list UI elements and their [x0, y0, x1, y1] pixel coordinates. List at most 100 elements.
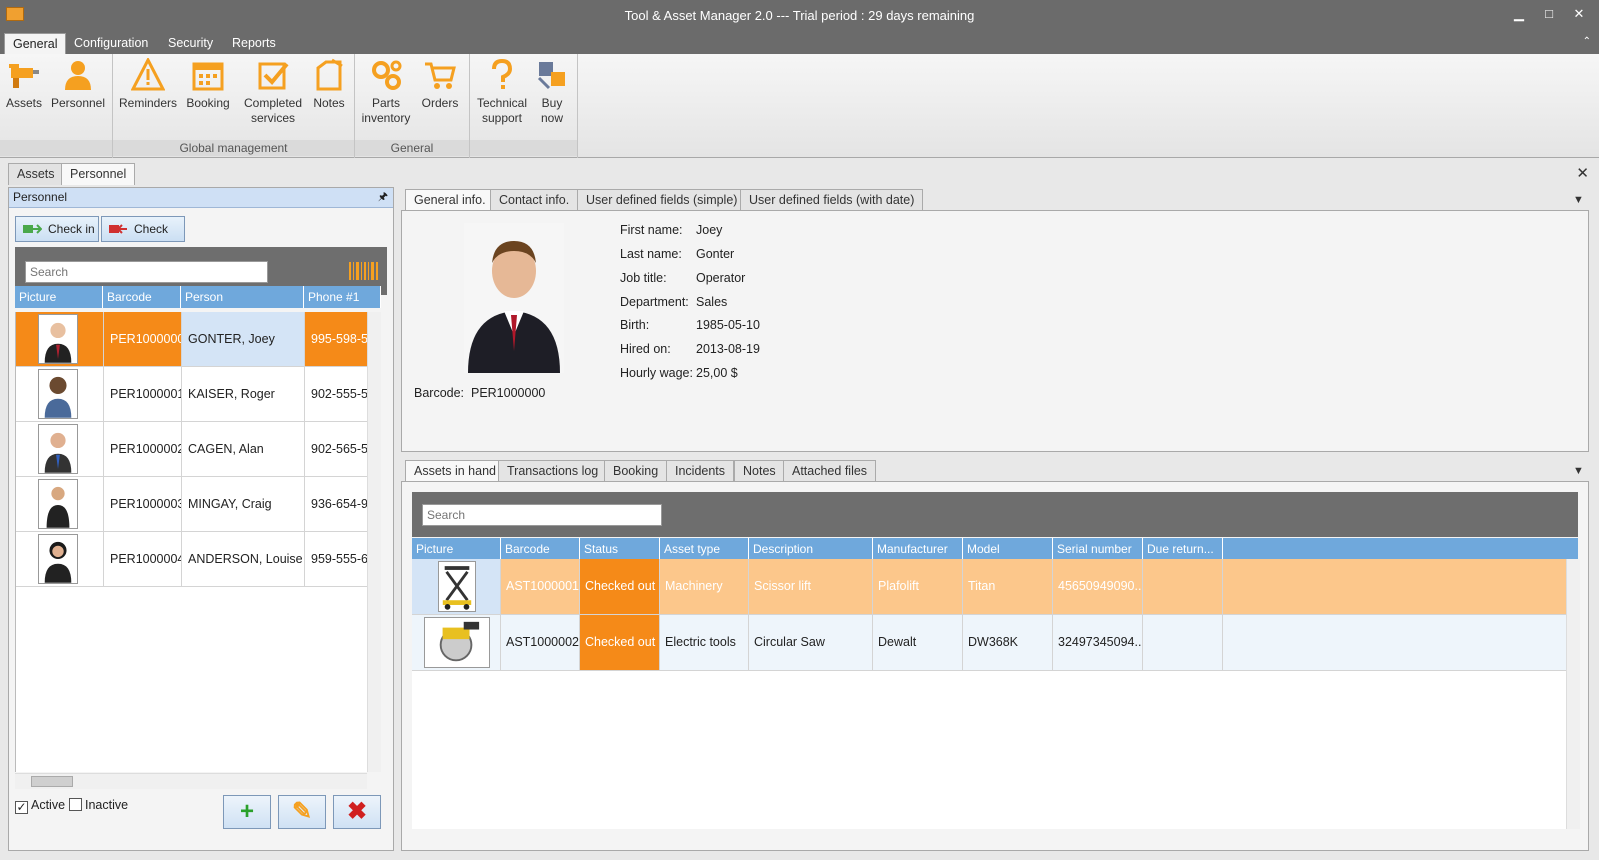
col-manufacturer[interactable]: Manufacturer — [873, 538, 963, 560]
table-row[interactable]: PER1000004 ANDERSON, Louise 959-555-65 — [16, 532, 381, 587]
table-row[interactable]: AST1000002 Checked out Electric tools Ci… — [412, 615, 1566, 671]
col-picture[interactable]: Picture — [15, 286, 103, 308]
delete-icon: ✖ — [346, 798, 368, 825]
minimize-button[interactable]: ▁ — [1508, 5, 1530, 23]
assets-ribbon-button[interactable]: Assets — [4, 58, 44, 111]
vertical-scrollbar[interactable] — [367, 312, 381, 772]
asset-photo — [438, 561, 476, 612]
personnel-grid-header: Picture Barcode Person Phone #1 — [15, 286, 381, 308]
close-window-button[interactable]: ✕ — [1568, 5, 1590, 23]
field-hired-on: Hired on: 2013-08-19 — [620, 342, 760, 356]
field-job-title: Job title: Operator — [620, 271, 746, 285]
doc-tab-personnel[interactable]: Personnel — [61, 163, 136, 185]
personnel-grid: PER1000000 GONTER, Joey 995-598-52 PER10… — [15, 312, 381, 772]
tab-booking[interactable]: Booking — [604, 460, 668, 482]
col-phone[interactable]: Phone #1 — [304, 286, 381, 308]
person-photo — [38, 424, 78, 474]
horizontal-scrollbar[interactable] — [15, 773, 367, 789]
asset-vertical-scrollbar[interactable] — [1566, 559, 1580, 829]
doc-tab-assets[interactable]: Assets — [8, 163, 64, 185]
parts-inventory-ribbon-button[interactable]: Parts inventory — [358, 58, 414, 126]
menu-tab-security[interactable]: Security — [160, 33, 221, 54]
tab-user-fields-simple[interactable]: User defined fields (simple) — [577, 189, 747, 211]
buy-now-ribbon-button[interactable]: Buy now — [532, 58, 572, 126]
col-barcode[interactable]: Barcode — [501, 538, 580, 560]
menu-tab-reports[interactable]: Reports — [224, 33, 284, 54]
booking-ribbon-button[interactable]: Booking — [184, 58, 232, 111]
table-row[interactable]: AST1000001 Checked out Machinery Scissor… — [412, 559, 1566, 615]
field-hourly-wage: Hourly wage: 25,00 $ — [620, 366, 738, 380]
scroll-thumb[interactable] — [31, 776, 73, 787]
person-photo — [38, 534, 78, 584]
maximize-button[interactable]: □ — [1538, 5, 1560, 23]
group-label-global-management: Global management — [113, 140, 354, 156]
col-due-return[interactable]: Due return... — [1143, 538, 1223, 560]
asset-search-input[interactable] — [422, 504, 662, 526]
tab-transactions-log[interactable]: Transactions log — [498, 460, 608, 482]
table-row[interactable]: PER1000002 CAGEN, Alan 902-565-55 — [16, 422, 381, 477]
tab-general-info[interactable]: General info. — [405, 189, 495, 211]
col-asset-type[interactable]: Asset type — [660, 538, 749, 560]
personnel-icon — [65, 61, 91, 90]
chevron-down-icon[interactable]: ▼ — [1573, 194, 1584, 206]
assets-icon — [9, 64, 39, 88]
table-row[interactable]: PER1000003 MINGAY, Craig 936-654-99 — [16, 477, 381, 532]
menu-tab-general[interactable]: General — [4, 33, 67, 54]
person-large-photo — [464, 223, 564, 373]
personnel-ribbon-button[interactable]: Personnel — [50, 58, 106, 111]
notes-ribbon-button[interactable]: Notes — [310, 58, 348, 111]
person-photo — [38, 479, 78, 529]
edit-person-button[interactable]: ✎ — [278, 795, 326, 829]
person-photo — [38, 369, 78, 419]
personnel-search-input[interactable] — [25, 261, 268, 283]
ribbon-collapse-icon[interactable]: ⌃ — [1583, 36, 1591, 47]
window-title: Tool & Asset Manager 2.0 --- Trial perio… — [624, 8, 975, 23]
close-document-icon[interactable]: ✕ — [1576, 164, 1589, 182]
barcode-field: Barcode: PER1000000 — [414, 386, 546, 400]
barcode-scan-icon[interactable] — [349, 262, 379, 280]
inactive-checkbox[interactable]: Inactive — [69, 798, 128, 812]
cart-icon — [425, 62, 456, 89]
add-person-button[interactable]: + — [223, 795, 271, 829]
field-last-name: Last name: Gonter — [620, 247, 735, 261]
col-serial-number[interactable]: Serial number — [1053, 538, 1143, 560]
tab-assets-in-hand[interactable]: Assets in hand — [405, 460, 505, 482]
active-checkbox[interactable]: ✓ Active — [15, 798, 65, 814]
question-icon — [492, 58, 513, 89]
plus-icon: + — [239, 798, 254, 825]
check-in-icon — [23, 224, 42, 234]
tab-incidents[interactable]: Incidents — [666, 460, 735, 482]
col-picture[interactable]: Picture — [412, 538, 501, 560]
chevron-down-icon[interactable]: ▼ — [1573, 465, 1584, 477]
calendar-icon — [192, 62, 224, 91]
col-person[interactable]: Person — [181, 286, 304, 308]
col-description[interactable]: Description — [749, 538, 873, 560]
tab-attached-files[interactable]: Attached files — [783, 460, 877, 482]
panel-header: Personnel 🖈 — [9, 188, 393, 208]
pin-icon[interactable]: 🖈 — [378, 188, 388, 207]
table-row[interactable]: PER1000001 KAISER, Roger 902-555-54 — [16, 367, 381, 422]
tab-notes[interactable]: Notes — [734, 460, 785, 482]
check-out-button[interactable]: Check out — [101, 216, 185, 260]
warning-icon — [131, 58, 165, 91]
reminders-ribbon-button[interactable]: Reminders — [118, 58, 178, 111]
asset-grid-header: Picture Barcode Status Asset type Descri… — [412, 538, 1578, 560]
checkmark-icon — [258, 62, 289, 90]
col-model[interactable]: Model — [963, 538, 1053, 560]
menu-tab-configuration[interactable]: Configuration — [66, 33, 156, 54]
table-row[interactable]: PER1000000 GONTER, Joey 995-598-52 — [16, 312, 381, 367]
orders-ribbon-button[interactable]: Orders — [418, 58, 462, 111]
delete-person-button[interactable]: ✖ — [333, 795, 381, 829]
col-status[interactable]: Status — [580, 538, 660, 560]
tab-user-fields-date[interactable]: User defined fields (with date) — [740, 189, 924, 211]
pencil-icon: ✎ — [291, 798, 313, 825]
title-bar: Tool & Asset Manager 2.0 --- Trial perio… — [0, 0, 1599, 30]
general-info-panel: Barcode: PER1000000 First name: Joey Last… — [401, 210, 1589, 452]
col-barcode[interactable]: Barcode — [103, 286, 181, 308]
check-in-button[interactable]: Check in — [15, 216, 99, 242]
asset-search-bar — [412, 492, 1578, 537]
tab-contact-info[interactable]: Contact info. — [490, 189, 579, 211]
technical-support-ribbon-button[interactable]: Technical support — [474, 58, 530, 126]
completed-services-ribbon-button[interactable]: Completed services — [240, 58, 306, 126]
check-out-icon — [109, 224, 127, 234]
